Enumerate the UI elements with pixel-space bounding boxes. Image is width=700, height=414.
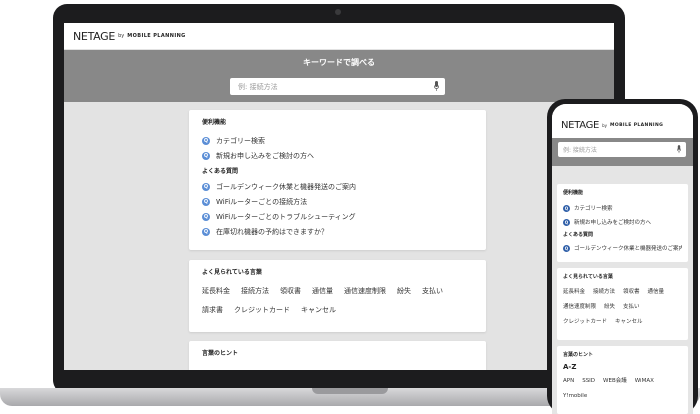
q-badge-icon: Q (563, 204, 570, 212)
keyword-tag[interactable]: 支払い (422, 285, 443, 304)
list-item[interactable]: Q WiFiルーターごとの接続方法 (202, 194, 473, 209)
logo-company: MOBILE PLANNING (609, 122, 664, 128)
logo-by: by (118, 33, 125, 39)
keyword-tag[interactable]: 紛失 (397, 285, 411, 304)
search-hero: キーワードで調べる 例: 接続方法 (64, 50, 614, 102)
search-title: キーワードで調べる (303, 58, 375, 67)
keyword-tag[interactable]: 接続方法 (593, 288, 615, 303)
list-item[interactable]: Q ゴールデンウィーク休業と機器発送のご案内 (202, 179, 473, 194)
search-input[interactable]: 例: 接続方法 (558, 142, 686, 157)
laptop-notch (312, 388, 388, 394)
keyword-tag[interactable]: 延長料金 (563, 288, 585, 303)
hints-title: 言葉のヒント (563, 352, 594, 358)
q-badge-icon: Q (202, 212, 210, 221)
list-item-label: ゴールデンウィーク休業と機器発送のご案内 (574, 246, 682, 252)
list-item[interactable]: Q カテゴリー検索 (202, 133, 473, 148)
keyword-tag[interactable]: Y!mobile (563, 392, 587, 407)
phone-site-header: NETAGE by MOBILE PLANNING (552, 104, 693, 138)
keyword-tag[interactable]: 領収書 (280, 285, 301, 304)
popular-title: よく見られている言葉 (202, 269, 262, 276)
popular-title: よく見られている言葉 (563, 274, 613, 280)
logo-company: MOBILE PLANNING (127, 33, 186, 39)
laptop-screen: NETAGE by MOBILE PLANNING キーワードで調べる 例: 接… (64, 23, 614, 370)
q-badge-icon: Q (563, 244, 570, 252)
convenience-title: 便利機能 (563, 190, 584, 196)
keyword-tag[interactable]: 通信量 (648, 288, 665, 303)
keyword-tag[interactable]: 延長料金 (202, 285, 230, 304)
list-item[interactable]: Q 新規お申し込みをご検討の方へ (202, 148, 473, 163)
site-logo[interactable]: NETAGE (561, 120, 599, 131)
keyword-tag[interactable]: WiMAX (635, 377, 654, 392)
keyword-tag[interactable]: 通信量 (312, 285, 333, 304)
list-item-label: カテゴリー検索 (216, 136, 265, 145)
search-placeholder: 例: 接続方法 (563, 147, 597, 154)
phone-frame: NETAGE by MOBILE PLANNING 例: 接続方法 便利機能 Q… (547, 99, 698, 414)
keyword-tag[interactable]: 紛失 (604, 303, 615, 318)
list-item[interactable]: Q カテゴリー検索 (563, 201, 682, 215)
list-item[interactable]: Q ゴールデンウィーク休業と機器発送のご案内 (563, 241, 682, 255)
keyword-tag[interactable]: キャンセル (615, 318, 643, 333)
microphone-icon[interactable] (677, 145, 681, 154)
az-label: A-Z (563, 363, 577, 371)
q-badge-icon: Q (202, 182, 210, 191)
keyword-tag[interactable]: クレジットカード (234, 304, 290, 323)
keyword-tag[interactable]: 通信速度制限 (344, 285, 386, 304)
list-item-label: ゴールデンウィーク休業と機器発送のご案内 (216, 182, 356, 191)
faq-card: 便利機能 Q カテゴリー検索 Q 新規お申し込みをご検討の方へ よくある質問 Q ゴー… (557, 184, 688, 262)
site-header: NETAGE by MOBILE PLANNING (64, 23, 614, 50)
phone-search-hero: 例: 接続方法 (552, 138, 693, 166)
faq-card: 便利機能 Q カテゴリー検索 Q 新規お申し込みをご検討の方へ よくある質問 Q ゴー… (189, 110, 486, 250)
laptop-frame: NETAGE by MOBILE PLANNING キーワードで調べる 例: 接… (53, 4, 625, 394)
popular-words-card: よく見られている言葉 延長料金 接続方法 領収書 通信量 通信速度制限 紛失 支… (557, 268, 688, 340)
list-item[interactable]: Q 在庫切れ機器の予約はできますか？ (202, 224, 473, 239)
faq-title: よくある質問 (563, 232, 594, 238)
hints-title: 言葉のヒント (202, 350, 239, 357)
search-placeholder: 例: 接続方法 (238, 82, 278, 91)
phone-screen: NETAGE by MOBILE PLANNING 例: 接続方法 便利機能 Q… (552, 104, 693, 414)
list-item[interactable]: Q WiFiルーターごとのトラブルシューティング (202, 209, 473, 224)
popular-words-card: よく見られている言葉 延長料金 接続方法 領収書 通信量 通信速度制限 紛失 支… (189, 260, 486, 332)
list-item-label: WiFiルーターごとのトラブルシューティング (216, 212, 356, 221)
keyword-tag[interactable]: キャンセル (301, 304, 336, 323)
list-item-label: 在庫切れ機器の予約はできますか？ (216, 227, 328, 236)
q-badge-icon: Q (202, 227, 210, 236)
list-item-label: WiFiルーターごとの接続方法 (216, 197, 308, 206)
keyword-tag[interactable]: APN (563, 377, 574, 392)
keyword-tag[interactable]: 通信速度制限 (563, 303, 596, 318)
keyword-tag[interactable]: 請求書 (202, 304, 223, 323)
laptop-camera (335, 9, 341, 15)
keyword-tag[interactable]: 支払い (623, 303, 640, 318)
list-item[interactable]: Q 新規お申し込みをご検討の方へ (563, 215, 682, 229)
list-item-label: カテゴリー検索 (574, 206, 613, 212)
keyword-tag[interactable]: SSID (582, 377, 595, 392)
q-badge-icon: Q (202, 151, 210, 160)
keyword-tag[interactable]: 領収書 (623, 288, 640, 303)
site-logo[interactable]: NETAGE (73, 30, 115, 43)
q-badge-icon: Q (202, 136, 210, 145)
search-input[interactable]: 例: 接続方法 (230, 78, 445, 95)
microphone-icon[interactable] (434, 81, 439, 92)
q-badge-icon: Q (563, 218, 570, 226)
logo-by: by (602, 122, 607, 128)
faq-title: よくある質問 (202, 168, 239, 175)
keyword-tag[interactable]: 接続方法 (241, 285, 269, 304)
hints-card: 言葉のヒント (189, 341, 486, 370)
keyword-tag[interactable]: クレジットカード (563, 318, 607, 333)
list-item-label: 新規お申し込みをご検討の方へ (574, 220, 652, 226)
hints-card: 言葉のヒント A-Z APN SSID WEB会議 WiMAX Y!mobile (557, 346, 688, 414)
keyword-tag[interactable]: WEB会議 (603, 377, 627, 392)
list-item-label: 新規お申し込みをご検討の方へ (216, 151, 314, 160)
q-badge-icon: Q (202, 197, 210, 206)
convenience-title: 便利機能 (202, 119, 227, 126)
